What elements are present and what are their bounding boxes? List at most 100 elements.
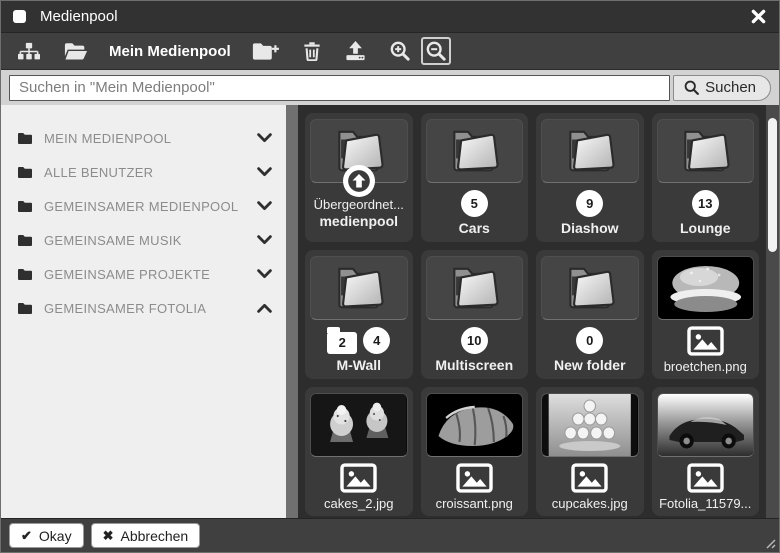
current-folder-label: Mein Medienpool xyxy=(109,43,231,60)
media-tile-bergeordnet[interactable]: Übergeordnet...medienpool xyxy=(305,113,413,242)
delete-button[interactable] xyxy=(298,37,326,65)
image-file-icon xyxy=(687,463,724,493)
folder-icon xyxy=(17,166,33,179)
search-button[interactable]: Suchen xyxy=(673,75,771,101)
media-grid: Übergeordnet...medienpool 5 Cars 9 Diashow… xyxy=(298,105,766,518)
item-count-badge: 9 xyxy=(576,190,603,217)
toolbar: Mein Medienpool xyxy=(1,33,779,70)
thumbnail-car xyxy=(658,394,754,456)
media-tile-multiscreen[interactable]: 10 Multiscreen xyxy=(421,250,529,379)
grid-scrollbar[interactable] xyxy=(766,105,779,518)
image-thumbnail xyxy=(541,393,639,457)
tree-view-button[interactable] xyxy=(13,38,45,65)
zoom-out-button[interactable] xyxy=(421,37,451,65)
image-thumbnail xyxy=(426,393,524,457)
folder-icon xyxy=(444,262,504,315)
chevron-down-icon[interactable] xyxy=(257,235,272,245)
media-tile-fotolia-11579[interactable]: Fotolia_11579... xyxy=(652,387,760,516)
chevron-down-icon[interactable] xyxy=(257,201,272,211)
folder-icon xyxy=(560,262,620,315)
badge-row: 5 xyxy=(461,190,488,217)
tile-label: cakes_2.jpg xyxy=(310,496,408,512)
search-input[interactable] xyxy=(9,75,670,101)
media-tile-croissant-png[interactable]: croissant.png xyxy=(421,387,529,516)
sitemap-icon xyxy=(18,42,40,61)
tile-label: Übergeordnet... xyxy=(310,197,408,213)
resize-grip-icon[interactable] xyxy=(765,538,776,549)
sidebar-item-alle-benutzer[interactable]: ALLE BENUTZER xyxy=(1,155,286,189)
badge-row xyxy=(343,167,375,194)
trash-icon xyxy=(303,41,321,61)
media-tile-m-wall[interactable]: 24M-Wall xyxy=(305,250,413,379)
badge-row: 10 xyxy=(461,327,488,354)
new-folder-button[interactable] xyxy=(247,38,284,65)
chevron-down-icon[interactable] xyxy=(257,133,272,143)
folder-icon xyxy=(560,125,620,178)
item-count-badge: 10 xyxy=(461,327,488,354)
tile-sublabel: medienpool xyxy=(310,213,408,231)
upload-button[interactable] xyxy=(340,37,371,65)
close-icon xyxy=(750,8,767,25)
sidebar-item-gemeinsame-musik[interactable]: GEMEINSAME MUSIK xyxy=(1,223,286,257)
media-tile-cars[interactable]: 5 Cars xyxy=(421,113,529,242)
thumbnail-croissant xyxy=(427,394,523,456)
image-thumbnail xyxy=(657,393,755,457)
zoom-in-icon xyxy=(390,41,410,61)
file-type-icon-row xyxy=(340,463,377,493)
tile-labels: Multiscreen xyxy=(426,357,524,375)
folder-icon xyxy=(17,200,33,213)
grid-scrollbar-thumb[interactable] xyxy=(768,118,777,252)
media-tile-lounge[interactable]: 13Lounge xyxy=(652,113,760,242)
sidebar-item-gemeinsamer-fotolia[interactable]: GEMEINSAMER FOTOLIA xyxy=(1,291,286,325)
sidebar-item-label: GEMEINSAMER MEDIENPOOL xyxy=(44,199,257,214)
chevron-up-icon[interactable] xyxy=(257,303,272,313)
media-tile-cupcakes-jpg[interactable]: cupcakes.jpg xyxy=(536,387,644,516)
tile-labels: Fotolia_11579... xyxy=(657,496,755,512)
folder-icon xyxy=(675,125,735,178)
tile-label: croissant.png xyxy=(426,496,524,512)
close-button[interactable] xyxy=(750,8,767,25)
search-icon xyxy=(684,80,699,95)
cancel-button[interactable]: ✖ Abbrechen xyxy=(91,523,201,548)
folder-icon-area xyxy=(426,256,524,320)
zoom-out-icon xyxy=(426,41,446,61)
okay-button[interactable]: ✔ Okay xyxy=(9,523,84,548)
folder-icon xyxy=(17,132,33,145)
media-tile-broetchen-png[interactable]: broetchen.png xyxy=(652,250,760,379)
tile-labels: cakes_2.jpg xyxy=(310,496,408,512)
tile-labels: cupcakes.jpg xyxy=(541,496,639,512)
titlebar: Medienpool xyxy=(1,1,779,33)
okay-button-label: Okay xyxy=(39,528,72,544)
medienpool-dialog: Medienpool Mein Medienpool xyxy=(0,0,780,553)
open-folder-button[interactable] xyxy=(59,38,93,65)
folder-icon xyxy=(17,234,33,247)
tile-label: Lounge xyxy=(657,220,755,238)
chevron-icon xyxy=(257,303,272,313)
media-tile-diashow[interactable]: 9 Diashow xyxy=(536,113,644,242)
check-icon: ✔ xyxy=(21,528,32,544)
media-tile-new-folder[interactable]: 0New folder xyxy=(536,250,644,379)
tile-label: Cars xyxy=(426,220,524,238)
tile-labels: Übergeordnet...medienpool xyxy=(310,197,408,231)
media-tile-cakes-2-jpg[interactable]: cakes_2.jpg xyxy=(305,387,413,516)
zoom-in-button[interactable] xyxy=(385,37,415,65)
badge-row: 24 xyxy=(327,327,390,354)
up-arrow-badge xyxy=(343,165,375,197)
tile-labels: Diashow xyxy=(541,220,639,238)
folder-icon xyxy=(17,268,33,281)
tile-label: cupcakes.jpg xyxy=(541,496,639,512)
sidebar-item-mein-medienpool[interactable]: MEIN MEDIENPOOL xyxy=(1,121,286,155)
sidebar-item-gemeinsamer-medienpool[interactable]: GEMEINSAMER MEDIENPOOL xyxy=(1,189,286,223)
badge-row: 0 xyxy=(576,327,603,354)
sidebar-scrollbar[interactable] xyxy=(286,105,298,518)
subfolder-count-badge: 2 xyxy=(327,332,357,354)
chevron-down-icon[interactable] xyxy=(257,269,272,279)
thumbnail-cupcakes xyxy=(542,394,638,456)
chevron-icon xyxy=(257,133,272,143)
item-count-badge: 4 xyxy=(363,327,390,354)
sidebar-item-label: GEMEINSAMER FOTOLIA xyxy=(44,301,257,316)
chevron-down-icon[interactable] xyxy=(257,167,272,177)
sidebar-item-gemeinsame-projekte[interactable]: GEMEINSAME PROJEKTE xyxy=(1,257,286,291)
file-type-icon-row xyxy=(687,463,724,493)
tile-label: Diashow xyxy=(541,220,639,238)
